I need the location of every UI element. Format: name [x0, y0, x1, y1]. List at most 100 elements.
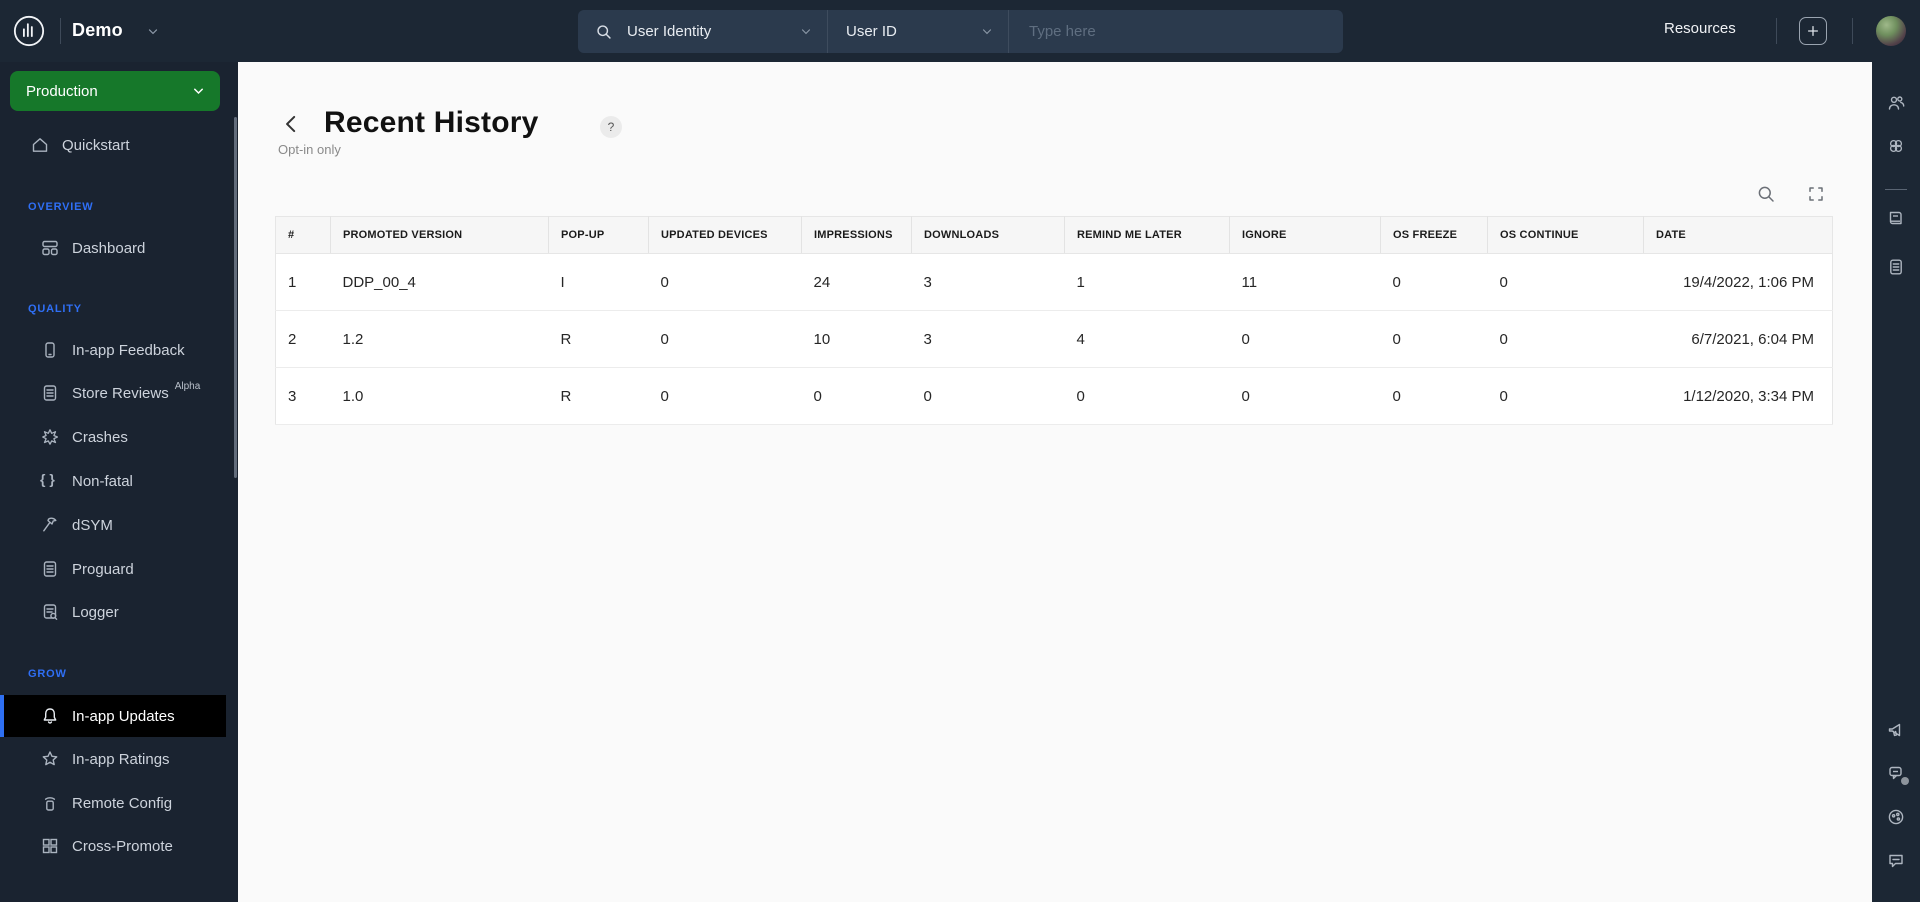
sidebar-item-non-fatal[interactable]: { } Non-fatal: [0, 463, 226, 499]
star-icon: [40, 749, 60, 769]
table-cell: 0: [1229, 310, 1381, 368]
fullscreen-icon[interactable]: [1806, 184, 1826, 204]
search-category-select[interactable]: User Identity: [627, 23, 827, 40]
column-header: #: [275, 216, 331, 254]
document-lines-icon: [40, 559, 60, 579]
sidebar-item-in-app-ratings[interactable]: In-app Ratings: [0, 741, 226, 777]
search-category-value: User Identity: [627, 23, 712, 40]
search-field-select[interactable]: User ID: [828, 23, 1008, 40]
search-field-value: User ID: [846, 23, 897, 40]
dashboard-icon: [40, 238, 60, 258]
chat-icon[interactable]: [1886, 763, 1909, 785]
sidebar-item-crashes[interactable]: Crashes: [0, 419, 226, 455]
remote-config-icon: [40, 793, 60, 813]
sidebar-item-dashboard[interactable]: Dashboard: [0, 230, 226, 266]
sidebar-item-logger[interactable]: Logger: [0, 594, 226, 630]
braces-icon: { }: [40, 471, 55, 487]
table-cell: 6/7/2021, 6:04 PM: [1643, 310, 1833, 368]
book-icon[interactable]: [1886, 208, 1906, 228]
chevron-down-icon: [799, 25, 813, 39]
resources-link[interactable]: Resources: [1664, 20, 1736, 37]
table-cell: 1: [275, 253, 331, 311]
clover-icon[interactable]: [1886, 136, 1906, 156]
avatar[interactable]: [1876, 16, 1906, 46]
table-cell: 24: [801, 253, 912, 311]
sidebar-item-label: Proguard: [72, 560, 134, 578]
document-lines-icon: [40, 383, 60, 403]
alpha-badge: Alpha: [174, 380, 201, 392]
table-cell: 10: [801, 310, 912, 368]
table-cell: 0: [911, 367, 1065, 425]
global-search-bar: User Identity User ID: [578, 10, 1343, 53]
table-cell: 2: [275, 310, 331, 368]
table-cell: 0: [801, 367, 912, 425]
column-header: PROMOTED VERSION: [330, 216, 549, 254]
sidebar-item-proguard[interactable]: Proguard: [0, 551, 226, 587]
rail-divider: [1885, 189, 1907, 190]
column-header: POP-UP: [548, 216, 649, 254]
feedback-bubble-icon[interactable]: [1886, 851, 1906, 871]
sidebar: Production Quickstart OVERVIEW Dashboard…: [0, 62, 238, 902]
table-cell: 1.0: [330, 367, 549, 425]
environment-selector[interactable]: Production: [10, 71, 220, 111]
bell-icon: [40, 706, 60, 726]
table-cell: 11: [1229, 253, 1381, 311]
project-name[interactable]: Demo: [72, 20, 123, 41]
crash-burst-icon: [40, 427, 60, 447]
mobile-phone-icon: [40, 340, 60, 360]
right-rail: [1872, 62, 1920, 902]
page-title: Recent History: [324, 106, 539, 139]
grid-icon: [40, 836, 60, 856]
table-row[interactable]: 1 DDP_00_4 I 0 24 3 1 11 0 0 19/4/2022, …: [275, 253, 1833, 311]
document-icon[interactable]: [1886, 257, 1906, 277]
chevron-down-icon: [191, 84, 206, 99]
notification-dot: [1901, 777, 1909, 785]
sidebar-item-label: Quickstart: [62, 136, 130, 154]
page-subtitle: Opt-in only: [278, 142, 341, 157]
add-button[interactable]: [1799, 17, 1827, 45]
sidebar-item-label: Crashes: [72, 428, 128, 446]
sidebar-item-remote-config[interactable]: Remote Config: [0, 785, 226, 821]
table-cell: 19/4/2022, 1:06 PM: [1643, 253, 1833, 311]
column-header: UPDATED DEVICES: [648, 216, 802, 254]
sidebar-item-store-reviews[interactable]: Store Reviews Alpha: [0, 375, 226, 411]
table-cell: R: [548, 310, 649, 368]
table-search-icon[interactable]: [1756, 184, 1776, 204]
table-cell: R: [548, 367, 649, 425]
column-header: DATE: [1643, 216, 1833, 254]
users-icon[interactable]: [1886, 93, 1906, 113]
sidebar-item-label: Non-fatal: [72, 472, 133, 490]
chevron-down-icon: [980, 25, 994, 39]
hammer-icon: [40, 515, 60, 535]
search-icon: [595, 23, 613, 41]
topbar-divider: [1852, 18, 1853, 44]
table-cell: 1/12/2020, 3:34 PM: [1643, 367, 1833, 425]
chevron-down-icon[interactable]: [146, 25, 160, 39]
table-cell: 0: [1380, 367, 1488, 425]
main-content: Recent History ? Opt-in only # PROMOTED …: [238, 62, 1872, 902]
sidebar-item-quickstart[interactable]: Quickstart: [0, 127, 226, 163]
table-row[interactable]: 3 1.0 R 0 0 0 0 0 0 0 1/12/2020, 3:34 PM: [275, 367, 1833, 425]
table-cell: 0: [1380, 253, 1488, 311]
sidebar-scrollbar[interactable]: [234, 117, 237, 478]
table-row[interactable]: 2 1.2 R 0 10 3 4 0 0 0 6/7/2021, 6:04 PM: [275, 310, 1833, 368]
sidebar-item-in-app-updates[interactable]: In-app Updates: [0, 695, 226, 737]
sidebar-item-in-app-feedback[interactable]: In-app Feedback: [0, 332, 226, 368]
section-label-grow: GROW: [28, 668, 67, 680]
back-button[interactable]: [280, 112, 304, 136]
search-input[interactable]: [1009, 23, 1343, 40]
sidebar-item-cross-promote[interactable]: Cross-Promote: [0, 828, 226, 864]
table-cell: 0: [1487, 367, 1644, 425]
sidebar-item-label: In-app Updates: [72, 707, 175, 725]
table-cell: 4: [1064, 310, 1230, 368]
table-cell: 0: [1487, 310, 1644, 368]
table-cell: 0: [648, 367, 802, 425]
column-header: REMIND ME LATER: [1064, 216, 1230, 254]
recent-history-table: # PROMOTED VERSION POP-UP UPDATED DEVICE…: [275, 216, 1833, 425]
megaphone-icon[interactable]: [1886, 720, 1906, 740]
help-icon[interactable]: ?: [600, 116, 622, 138]
table-cell: 0: [1064, 367, 1230, 425]
app-logo-icon[interactable]: [12, 14, 46, 48]
palette-icon[interactable]: [1886, 807, 1906, 827]
sidebar-item-dsym[interactable]: dSYM: [0, 507, 226, 543]
